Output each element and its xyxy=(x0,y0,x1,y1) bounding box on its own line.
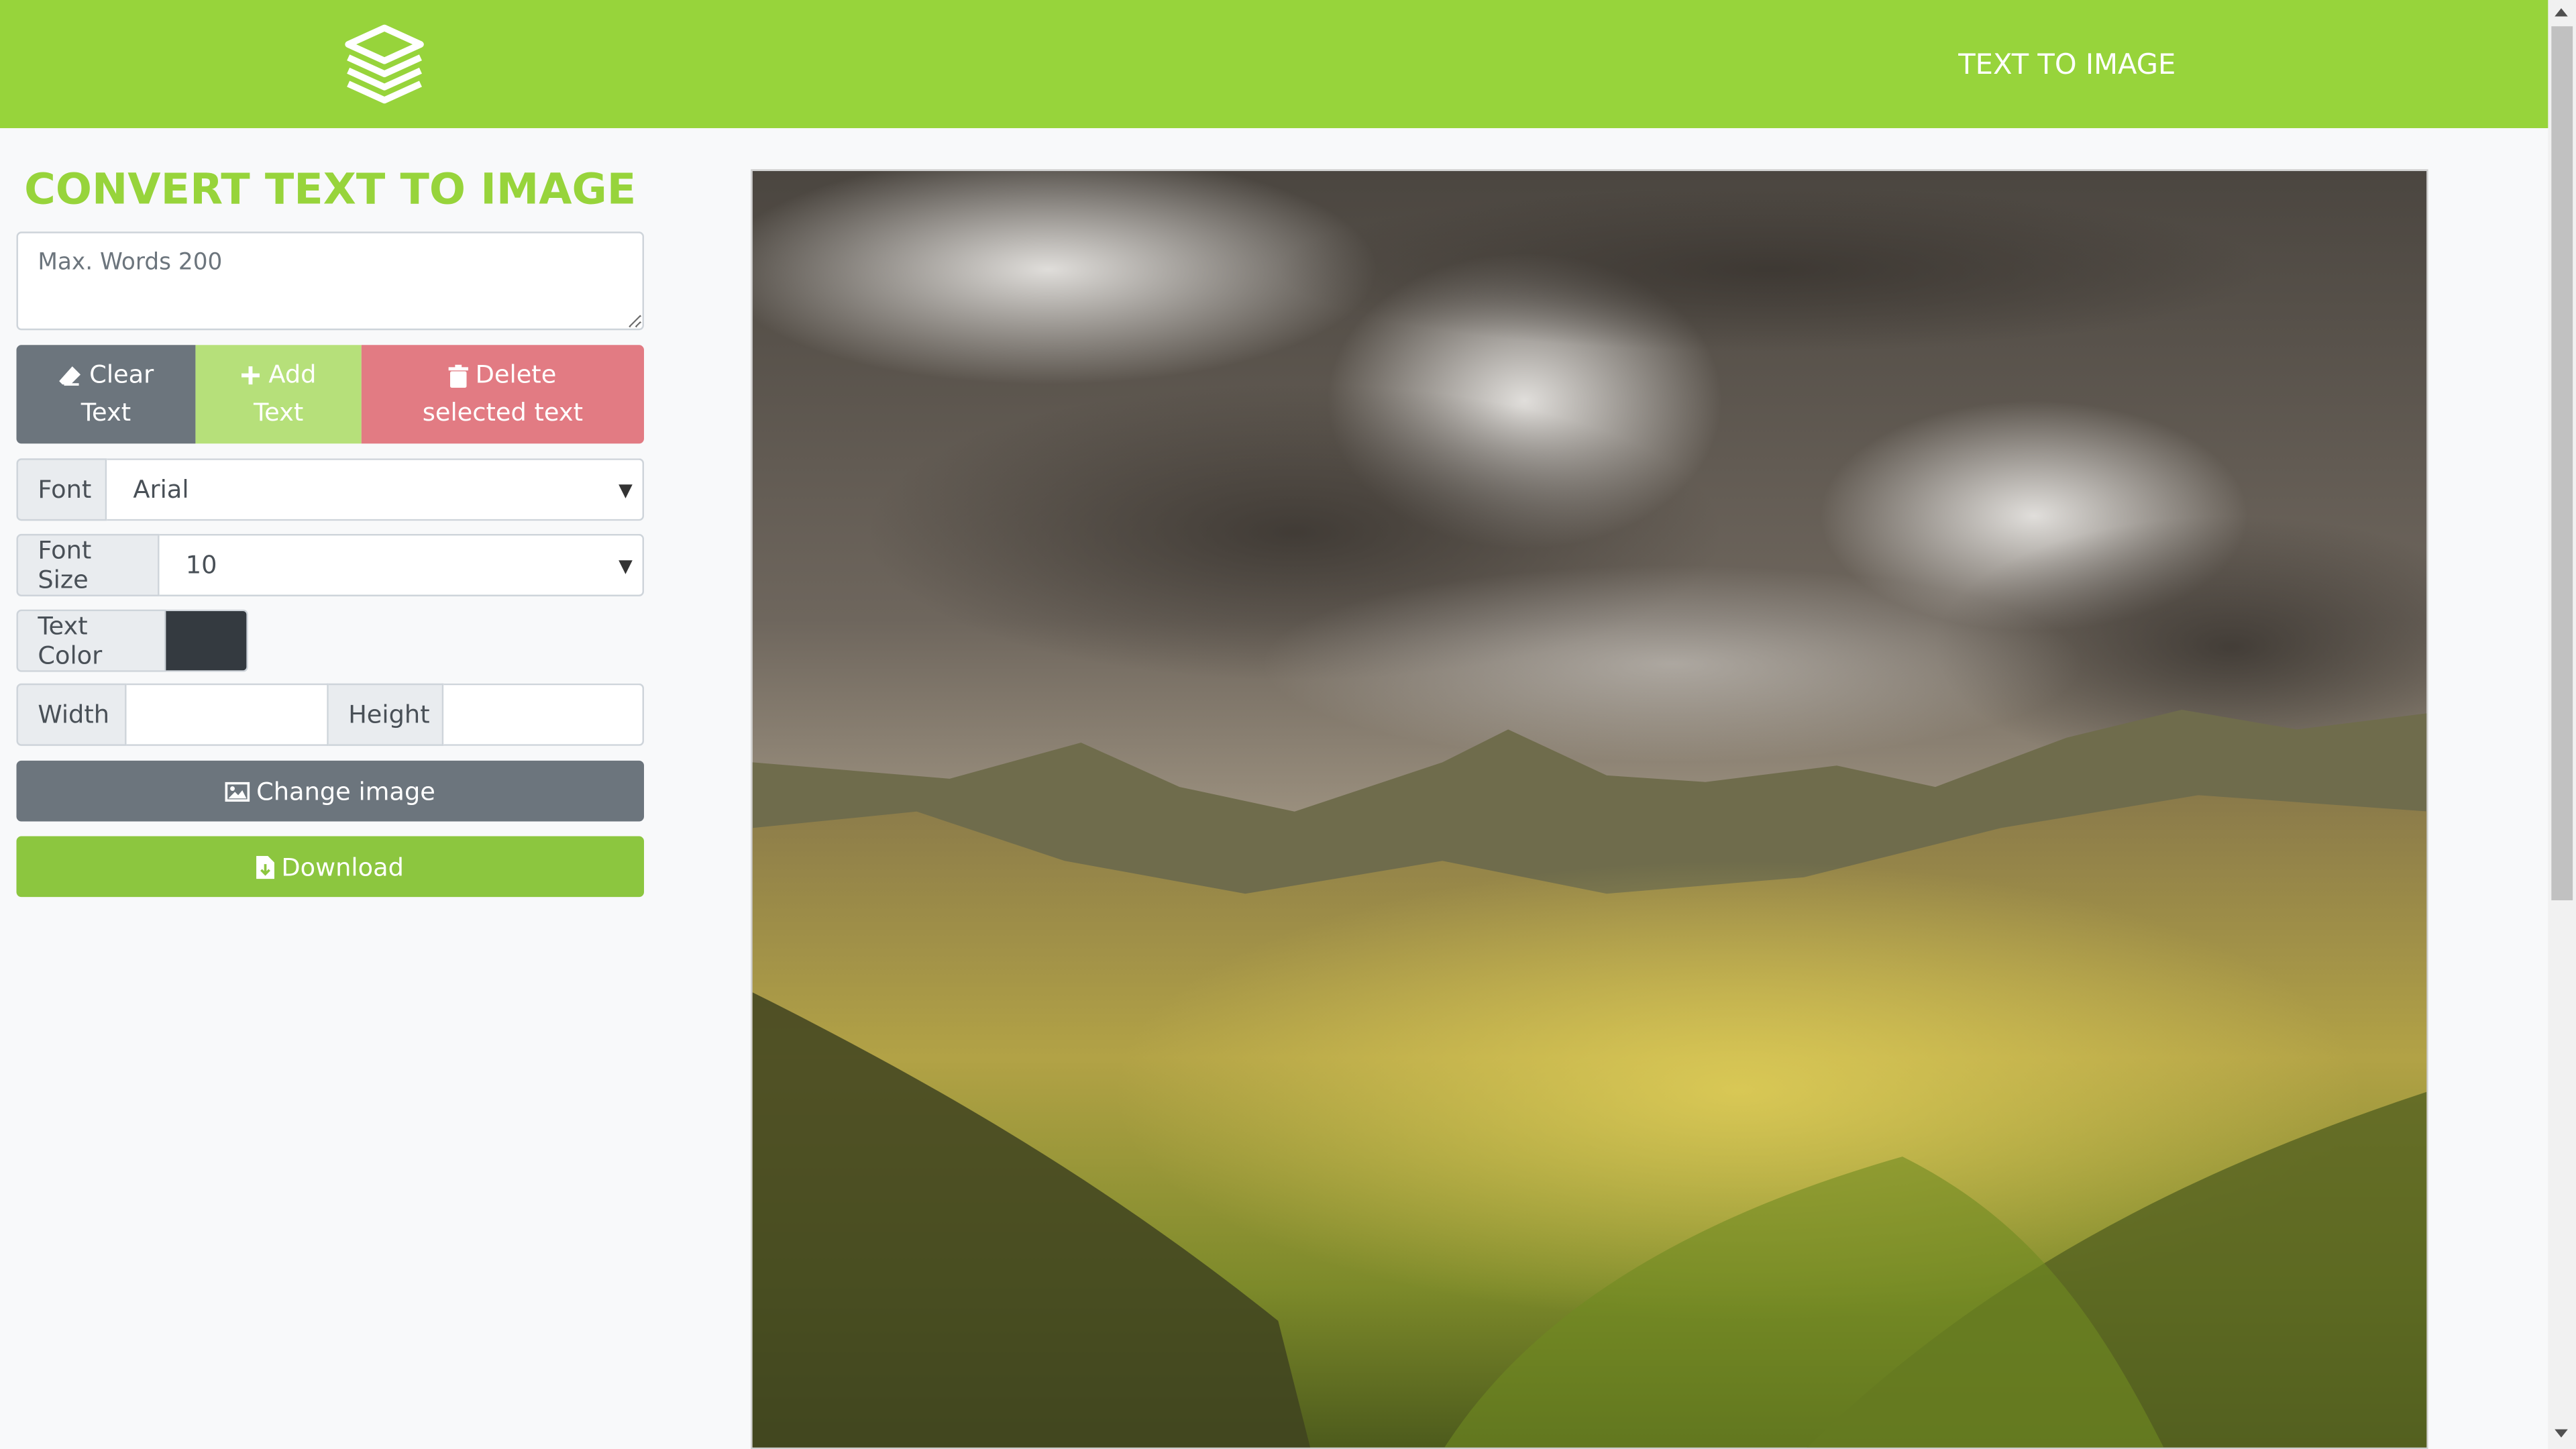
brand-logo-icon[interactable] xyxy=(338,21,430,107)
download-label: Download xyxy=(281,851,404,881)
file-download-icon xyxy=(256,855,275,878)
text-color-group: Text Color xyxy=(16,609,248,672)
font-label: Font xyxy=(16,458,107,521)
clear-text-button[interactable]: Clear Text xyxy=(16,345,196,444)
text-color-picker[interactable] xyxy=(166,609,248,672)
top-navbar: TEXT TO IMAGE xyxy=(0,0,2548,129)
change-image-button[interactable]: Change image xyxy=(16,760,645,822)
scroll-down-arrow-icon[interactable] xyxy=(2555,1429,2568,1438)
scroll-up-arrow-icon[interactable] xyxy=(2555,8,2568,17)
add-text-button[interactable]: Add Text xyxy=(195,345,362,444)
eraser-icon xyxy=(60,365,81,385)
font-select[interactable]: Arial ▼ xyxy=(107,458,645,521)
chevron-down-icon: ▼ xyxy=(619,555,633,577)
page-scrollbar[interactable] xyxy=(2548,0,2576,1449)
chevron-down-icon: ▼ xyxy=(619,480,633,501)
delete-selected-text-button[interactable]: Delete selected text xyxy=(361,345,645,444)
font-select-value: Arial xyxy=(133,474,189,504)
height-input[interactable] xyxy=(443,683,645,746)
font-size-select[interactable]: 10 ▼ xyxy=(159,533,645,596)
trash-icon xyxy=(449,364,469,387)
download-button[interactable]: Download xyxy=(16,836,645,898)
text-action-buttons: Clear Text Add Text Delete selected text xyxy=(16,345,645,444)
image-canvas[interactable] xyxy=(751,169,2428,1449)
text-input[interactable] xyxy=(16,231,645,331)
delete-selected-text-label: Delete selected text xyxy=(422,360,584,427)
clear-text-label: Clear Text xyxy=(80,360,154,427)
nav-text-to-image[interactable]: TEXT TO IMAGE xyxy=(1958,49,2176,82)
height-label: Height xyxy=(328,683,444,746)
add-text-label: Add Text xyxy=(253,360,317,427)
scroll-thumb[interactable] xyxy=(2551,26,2573,901)
font-size-select-value: 10 xyxy=(185,550,217,580)
font-size-group: Font Size 10 ▼ xyxy=(16,533,645,596)
dimensions-group: Width Height xyxy=(16,683,645,746)
plus-icon xyxy=(242,366,261,385)
page-title: CONVERT TEXT TO IMAGE xyxy=(24,166,637,215)
width-input[interactable] xyxy=(126,683,329,746)
change-image-label: Change image xyxy=(256,776,435,806)
text-color-label: Text Color xyxy=(16,609,166,672)
image-icon xyxy=(225,781,250,801)
mountain-landscape-image xyxy=(752,170,2427,1448)
font-group: Font Arial ▼ xyxy=(16,458,645,521)
font-size-label: Font Size xyxy=(16,533,160,596)
width-label: Width xyxy=(16,683,127,746)
